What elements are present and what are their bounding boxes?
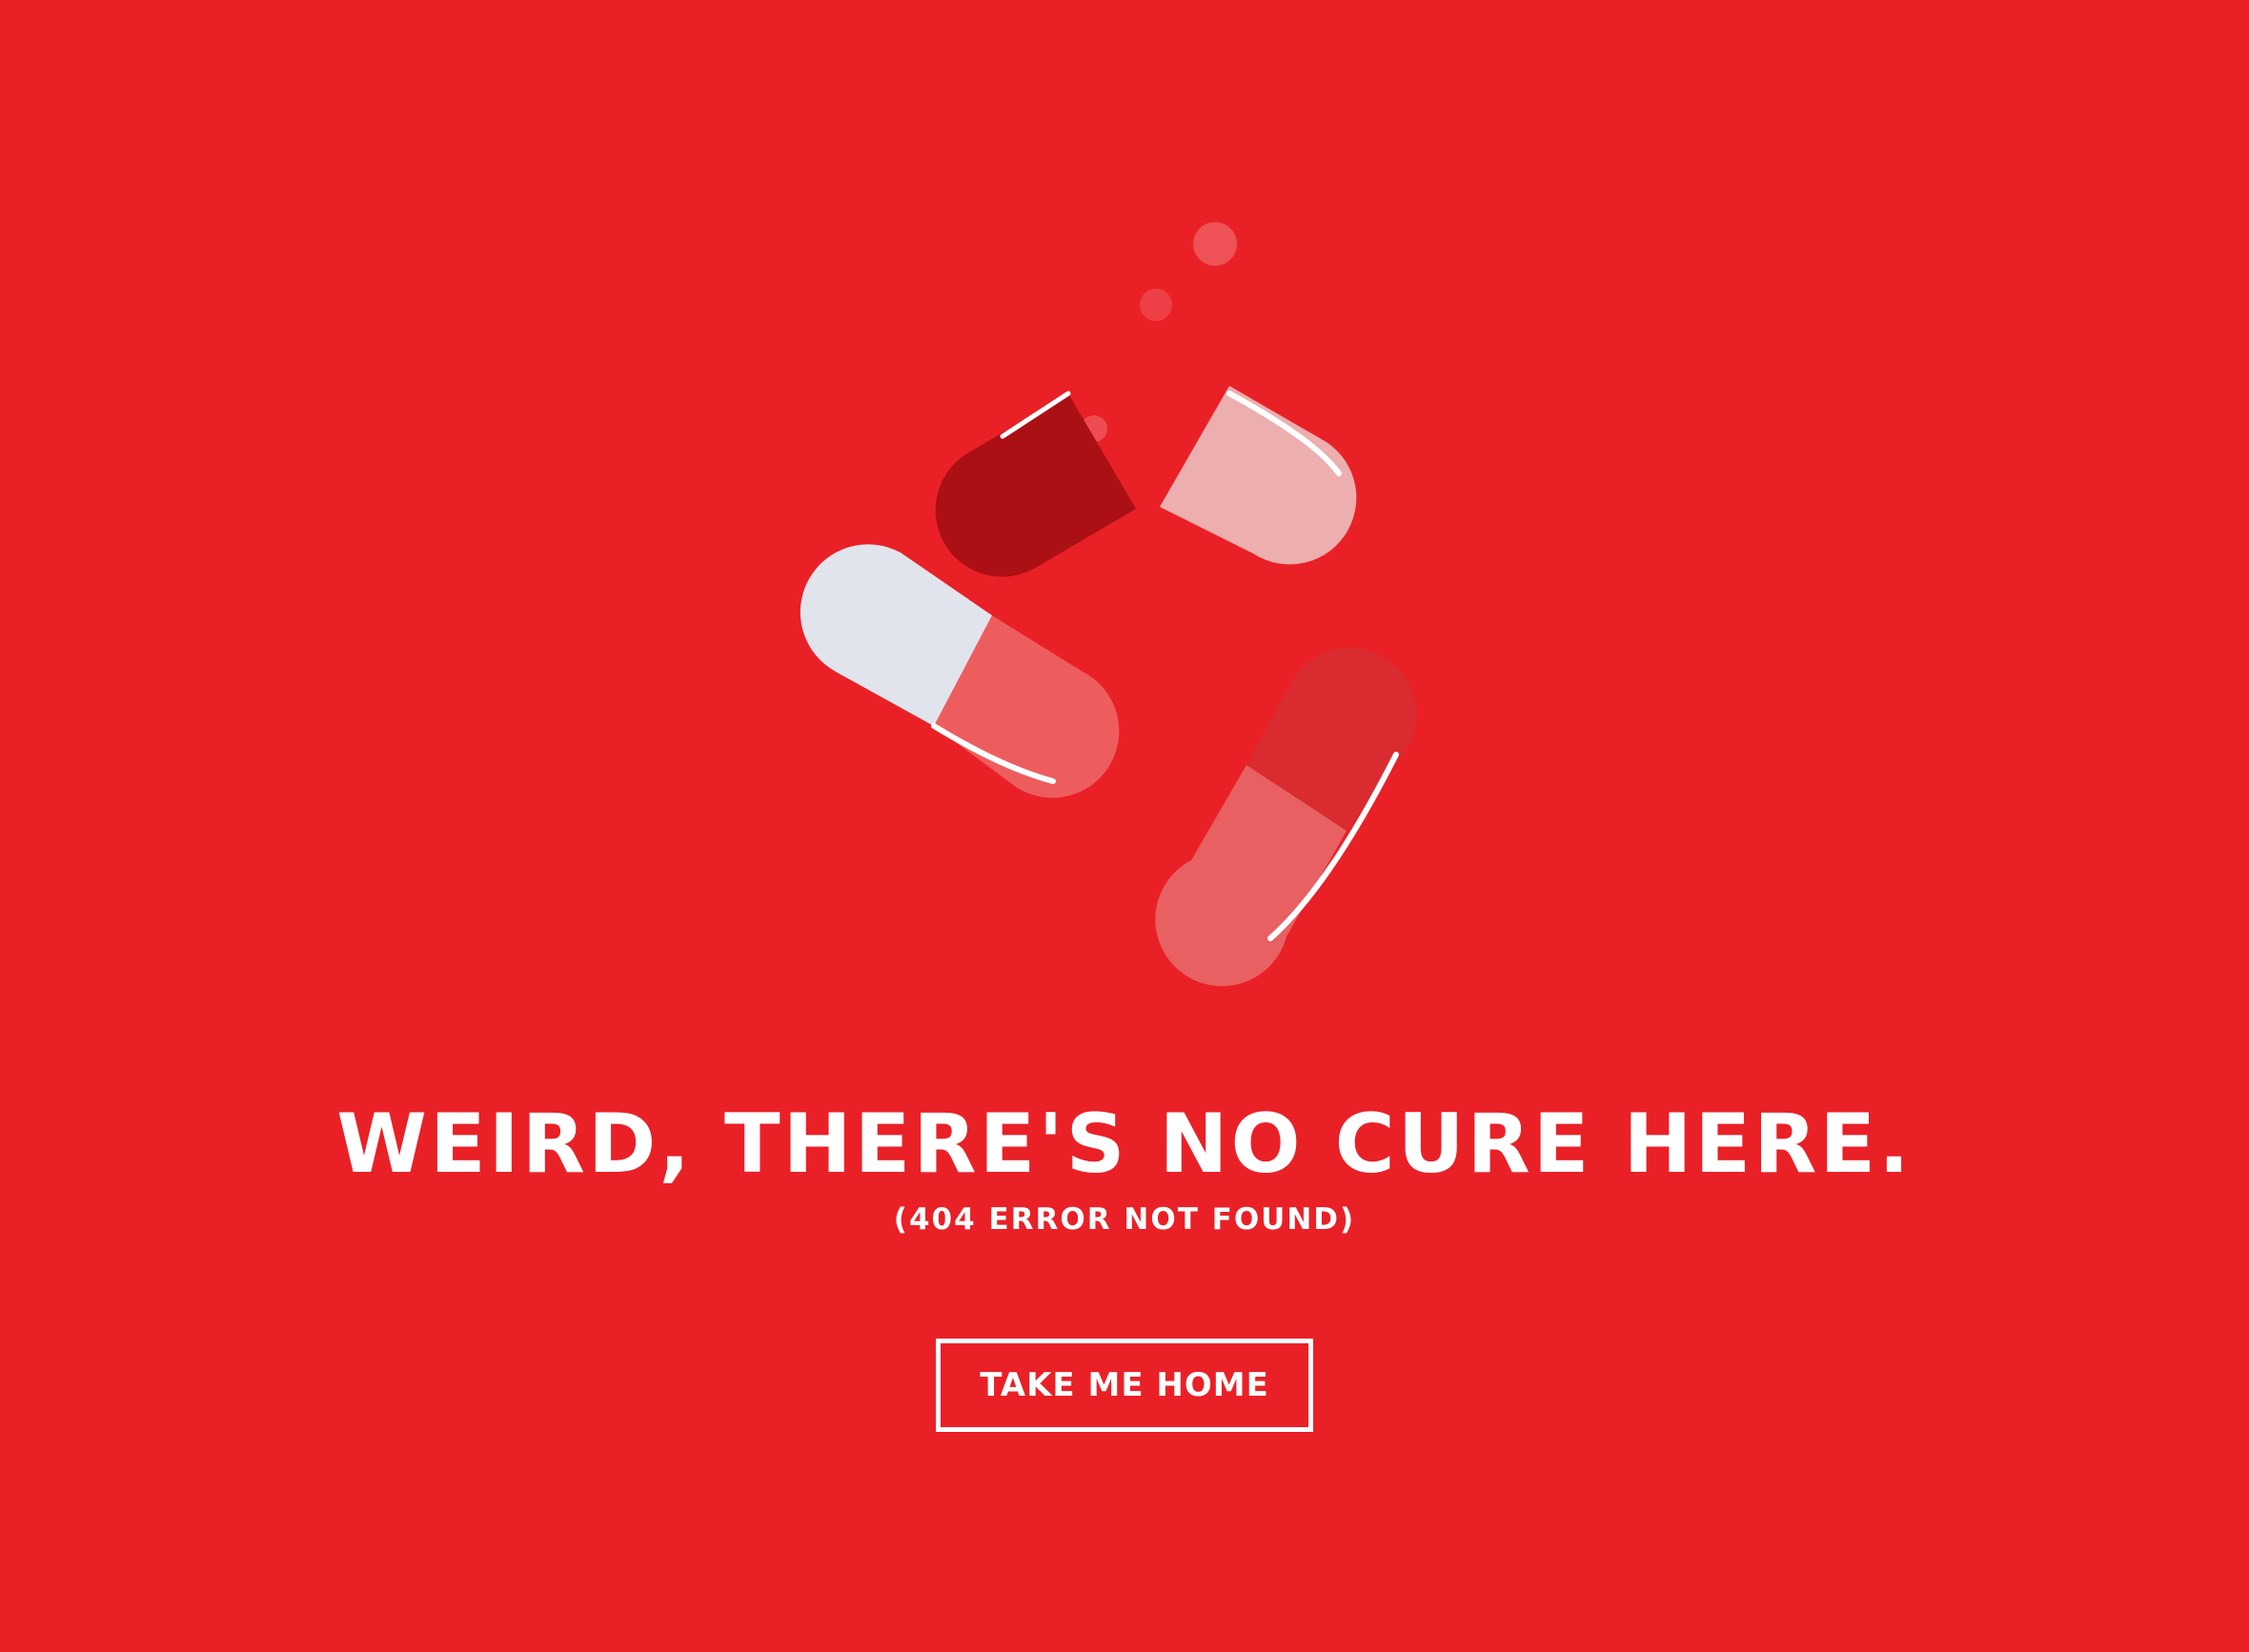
- error-subtitle: (404 ERROR NOT FOUND): [893, 1202, 1356, 1237]
- take-me-home-button[interactable]: TAKE ME HOME: [936, 1339, 1313, 1432]
- pills-illustration: [800, 222, 1417, 987]
- page-title: WEIRD, THERE'S NO CURE HERE.: [336, 1097, 1913, 1192]
- bubble-icon: [1193, 222, 1237, 266]
- bubble-icon: [1140, 289, 1172, 321]
- faded-capsule-icon: [1155, 647, 1417, 987]
- broken-capsule-left-half-icon: [935, 391, 1136, 577]
- capsule-icon: [800, 544, 1120, 798]
- broken-capsule-right-half-icon: [1160, 386, 1357, 565]
